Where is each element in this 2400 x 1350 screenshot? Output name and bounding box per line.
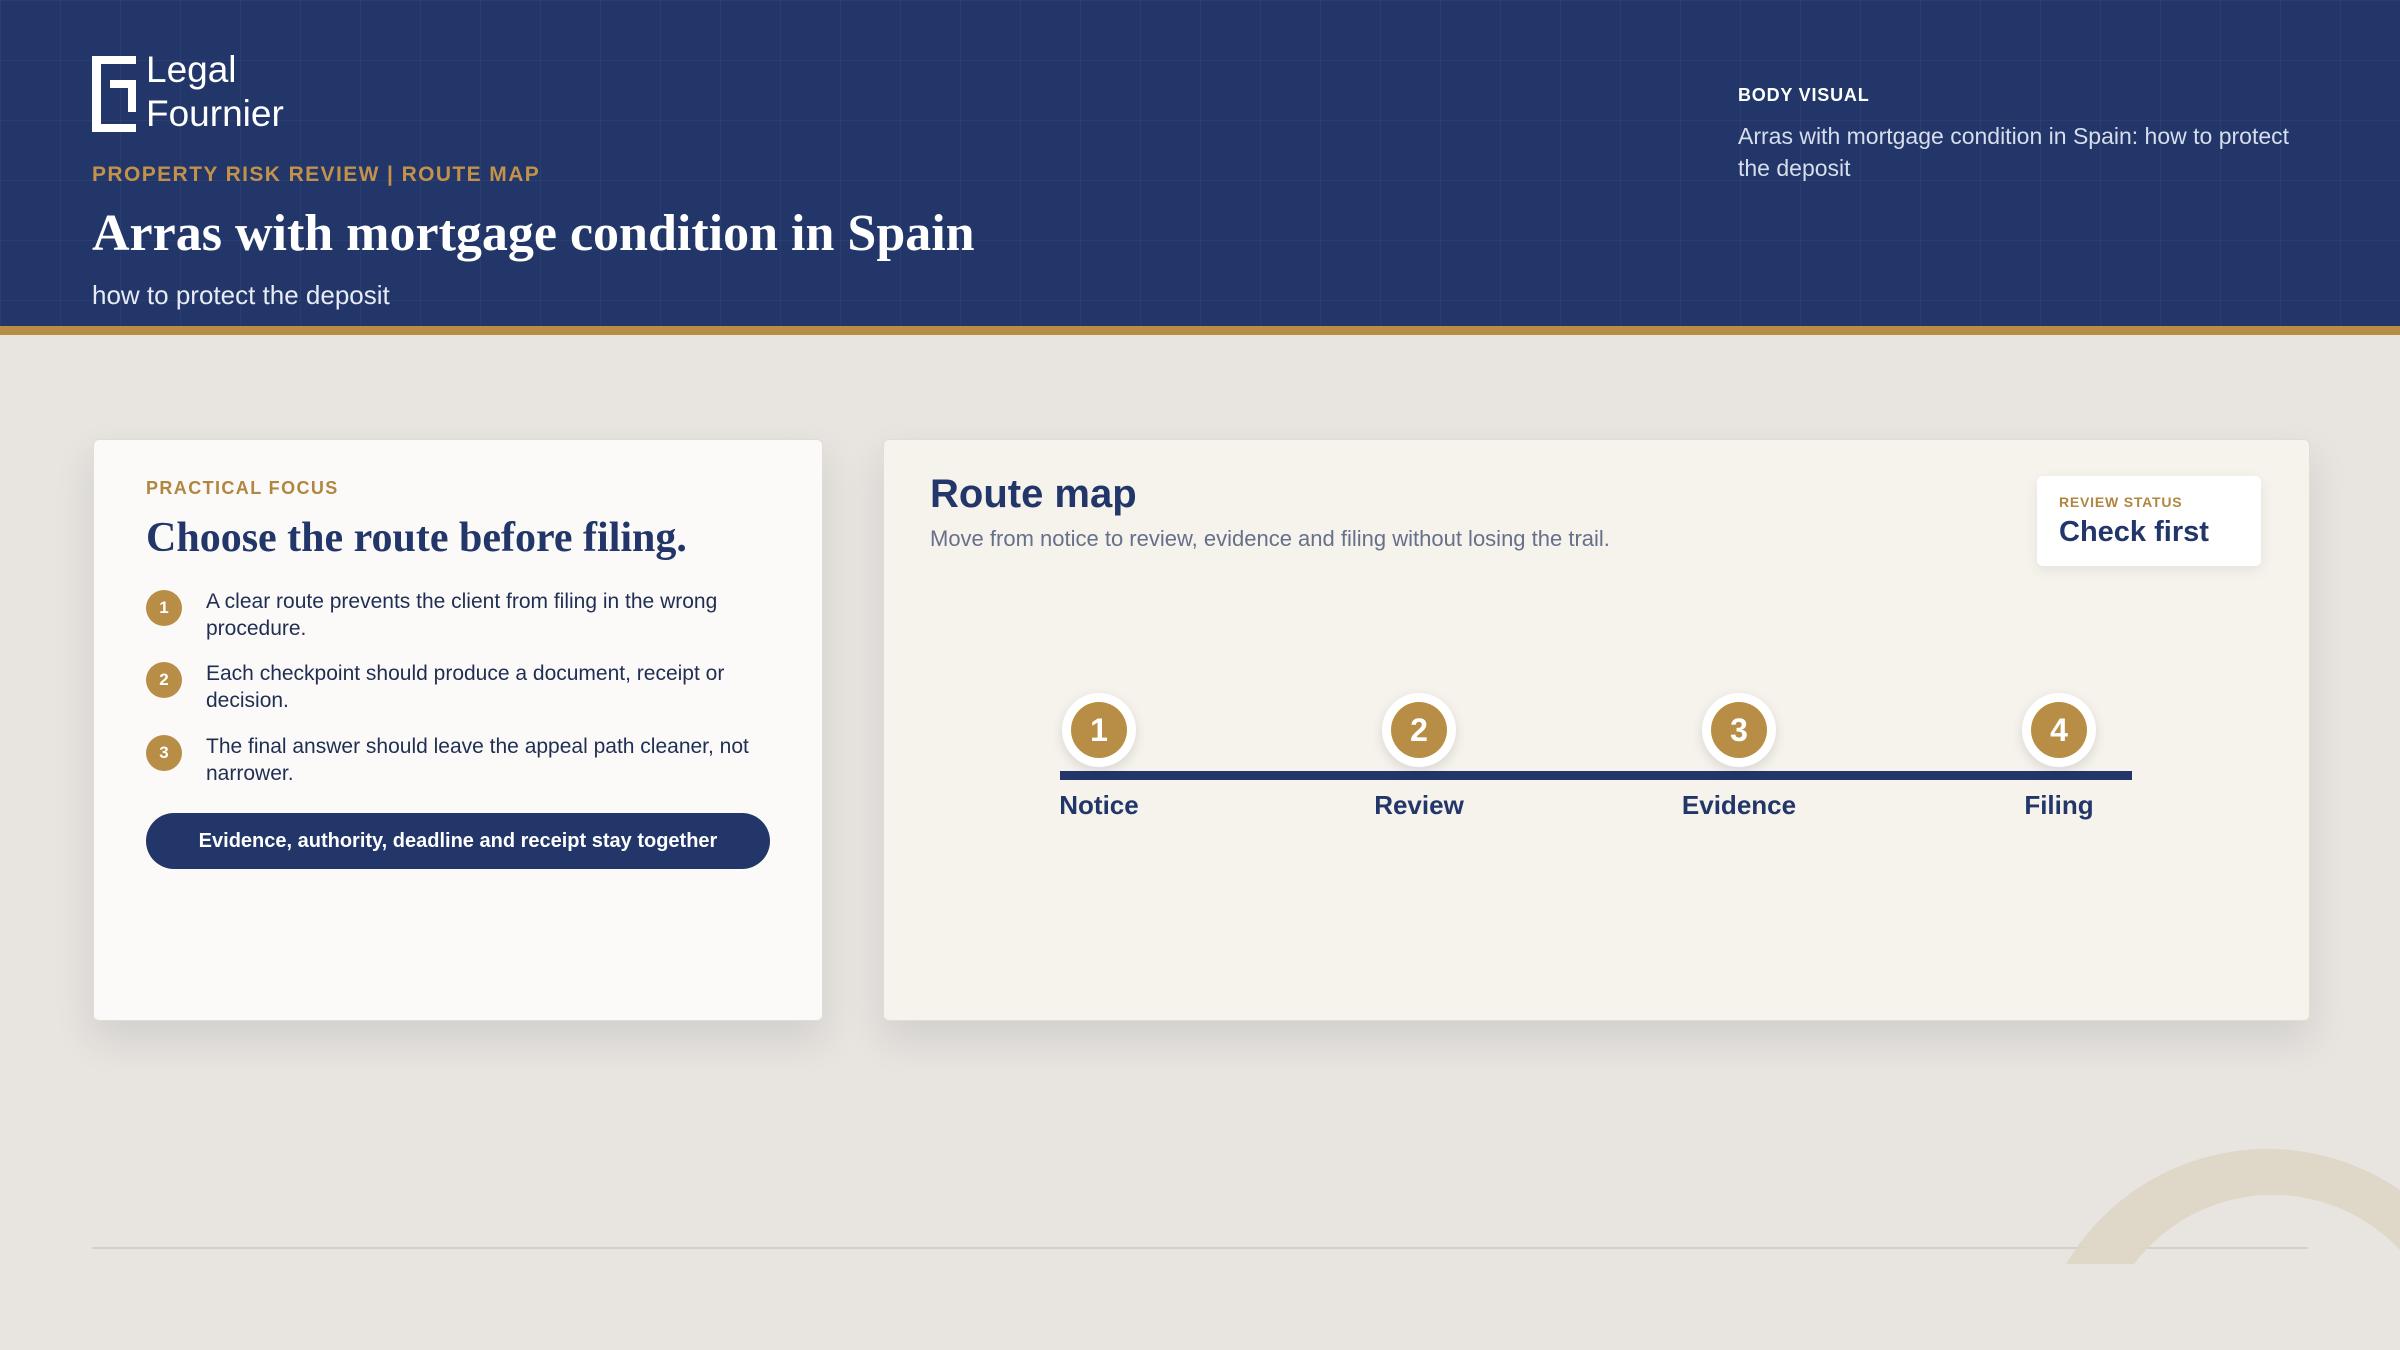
step-marker: 1	[1062, 693, 1136, 767]
route-step-evidence[interactable]: 3 Evidence	[1649, 693, 1829, 833]
decorative-arc-icon	[2066, 1148, 2400, 1264]
focus-title: Choose the route before filing.	[146, 515, 687, 561]
route-step-notice[interactable]: 1 Notice	[1009, 693, 1189, 833]
brand-name: Legal Fournier	[146, 48, 284, 136]
route-step-review[interactable]: 2 Review	[1329, 693, 1509, 833]
step-number: 1	[1071, 702, 1127, 758]
step-marker: 4	[2022, 693, 2096, 767]
brand-logo[interactable]: Legal Fournier	[92, 48, 352, 138]
brand-mark-icon	[92, 56, 136, 132]
brand-line-1: Legal	[146, 49, 237, 90]
summary-pill-button[interactable]: Evidence, authority, deadline and receip…	[146, 813, 770, 869]
route-map-description: Move from notice to review, evidence and…	[930, 526, 1610, 551]
page-subtitle: how to protect the deposit	[92, 280, 390, 310]
point-text: A clear route prevents the client from f…	[206, 590, 718, 640]
route-map-title: Route map	[930, 472, 1137, 516]
route-step-filing[interactable]: 4 Filing	[1969, 693, 2149, 833]
step-label: Review	[1374, 790, 1464, 820]
practical-focus-card: PRACTICAL FOCUS Choose the route before …	[93, 439, 823, 1021]
step-label: Evidence	[1681, 790, 1797, 820]
page-header: Legal Fournier PROPERTY RISK REVIEW | RO…	[0, 0, 2400, 326]
step-number: 4	[2031, 702, 2087, 758]
footer-divider	[92, 1247, 2308, 1249]
point-number-badge: 1	[146, 590, 182, 626]
review-status-value: Check first	[2059, 516, 2209, 548]
body-visual-label: BODY VISUAL	[1738, 85, 1870, 105]
point-text: Each checkpoint should produce a documen…	[206, 662, 725, 712]
step-label: Filing	[2024, 790, 2094, 820]
page-title: Arras with mortgage condition in Spain	[92, 205, 975, 262]
review-status-badge: REVIEW STATUS Check first	[2037, 476, 2261, 566]
step-marker: 2	[1382, 693, 1456, 767]
focus-label: PRACTICAL FOCUS	[146, 478, 339, 498]
point-number-badge: 2	[146, 662, 182, 698]
route-map-card: Route map Move from notice to review, ev…	[883, 439, 2310, 1021]
step-number: 3	[1711, 702, 1767, 758]
step-label: Notice	[1059, 790, 1139, 820]
brand-line-2: Fournier	[146, 93, 284, 134]
review-status-label: REVIEW STATUS	[2059, 494, 2183, 510]
step-number: 2	[1391, 702, 1447, 758]
step-marker: 3	[1702, 693, 1776, 767]
point-text: The final answer should leave the appeal…	[206, 735, 749, 785]
point-number-badge: 3	[146, 735, 182, 771]
header-divider	[0, 326, 2400, 335]
header-kicker: PROPERTY RISK REVIEW | ROUTE MAP	[92, 163, 541, 186]
body-visual-text: Arras with mortgage condition in Spain: …	[1738, 123, 2290, 181]
